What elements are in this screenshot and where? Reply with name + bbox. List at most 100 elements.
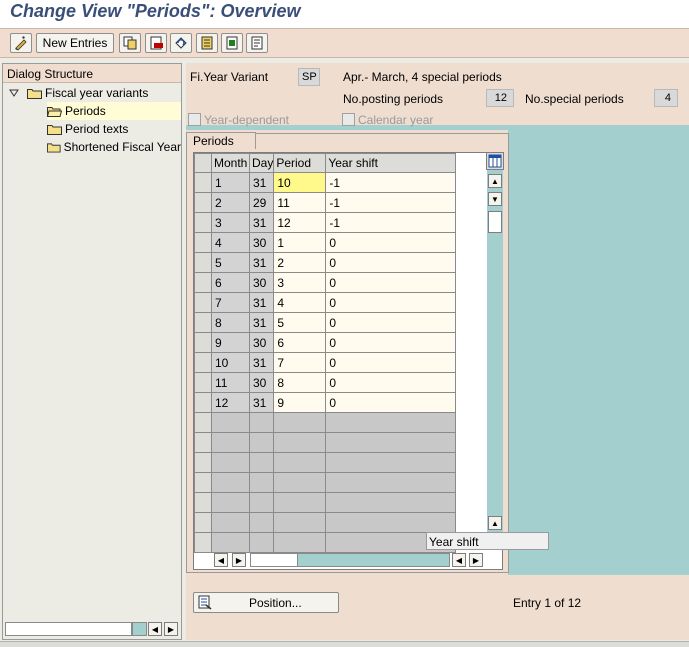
year-dependent-checkbox[interactable]: [188, 113, 201, 126]
edit-pencil-button[interactable]: [10, 33, 32, 53]
row-selector[interactable]: [194, 372, 212, 393]
tree-item-fiscal-year-variants[interactable]: Fiscal year variants: [9, 84, 181, 102]
scroll-thumb[interactable]: [5, 622, 132, 636]
select-all-button[interactable]: [196, 33, 218, 53]
cell-period[interactable]: 1: [273, 232, 327, 253]
empty-cell[interactable]: [273, 512, 327, 533]
scroll-page-down-button[interactable]: ▼: [488, 192, 502, 206]
tree-item-label: Period texts: [65, 122, 129, 136]
vertical-scroll-thumb[interactable]: [488, 211, 502, 233]
scroll-right-button[interactable]: ▶: [164, 622, 178, 636]
row-selector[interactable]: [194, 392, 212, 413]
empty-cell[interactable]: [325, 512, 457, 533]
cell-period[interactable]: 6: [273, 332, 327, 353]
row-selector[interactable]: [194, 252, 212, 273]
deselect-all-button[interactable]: [246, 33, 268, 53]
year-dependent-label: Year-dependent: [204, 113, 289, 127]
scroll-bottom-button[interactable]: ▲: [488, 516, 502, 530]
column-header-day[interactable]: Day: [248, 153, 275, 173]
calendar-year-checkbox[interactable]: [342, 113, 355, 126]
cell-day: 31: [248, 252, 275, 273]
cell-year-shift[interactable]: 0: [325, 312, 457, 333]
cell-month: 6: [211, 272, 250, 293]
cell-period[interactable]: 8: [273, 372, 327, 393]
row-selector[interactable]: [194, 172, 212, 193]
empty-cell[interactable]: [273, 532, 327, 553]
row-selector[interactable]: [194, 532, 212, 553]
row-selector[interactable]: [194, 472, 212, 493]
hscroll-right-button-2[interactable]: ▶: [469, 553, 483, 567]
cell-period[interactable]: 4: [273, 292, 327, 313]
special-periods-field: 4: [654, 89, 678, 107]
cell-year-shift[interactable]: 0: [325, 292, 457, 313]
empty-cell[interactable]: [273, 492, 327, 513]
empty-cell[interactable]: [325, 452, 457, 473]
cell-year-shift[interactable]: 0: [325, 372, 457, 393]
row-selector[interactable]: [194, 292, 212, 313]
cell-period[interactable]: 12: [273, 212, 327, 233]
cell-year-shift[interactable]: 0: [325, 272, 457, 293]
scroll-track[interactable]: [132, 622, 147, 636]
cell-year-shift[interactable]: 0: [325, 232, 457, 253]
entry-counter: Entry 1 of 12: [513, 596, 582, 610]
cell-period[interactable]: 11: [273, 192, 327, 213]
row-selector[interactable]: [194, 352, 212, 373]
empty-cell[interactable]: [273, 412, 327, 433]
row-selector[interactable]: [194, 452, 212, 473]
tree-item-shortened-fiscal-year[interactable]: Shortened Fiscal Year: [47, 138, 181, 156]
empty-cell[interactable]: [325, 492, 457, 513]
row-selector[interactable]: [194, 412, 212, 433]
cell-year-shift[interactable]: -1: [325, 172, 457, 193]
row-selector[interactable]: [194, 492, 212, 513]
table-settings-button[interactable]: [486, 152, 504, 170]
row-selector[interactable]: [194, 332, 212, 353]
empty-cell[interactable]: [273, 472, 327, 493]
table-row: 5 31 2 0: [194, 252, 457, 273]
cell-period[interactable]: 7: [273, 352, 327, 373]
cell-year-shift[interactable]: -1: [325, 192, 457, 213]
cell-year-shift[interactable]: 0: [325, 392, 457, 413]
empty-cell[interactable]: [273, 452, 327, 473]
cell-period[interactable]: 2: [273, 252, 327, 273]
hscroll-left-button[interactable]: ◀: [214, 553, 228, 567]
cell-period[interactable]: 3: [273, 272, 327, 293]
row-selector[interactable]: [194, 232, 212, 253]
tree-item-periods[interactable]: Periods: [47, 102, 181, 120]
vertical-scrollbar[interactable]: [487, 152, 503, 532]
column-header-period[interactable]: Period: [273, 153, 327, 173]
cell-period[interactable]: 5: [273, 312, 327, 333]
empty-cell[interactable]: [325, 412, 457, 433]
undo-button[interactable]: [170, 33, 192, 53]
row-selector[interactable]: [194, 512, 212, 533]
left-horizontal-scrollbar[interactable]: ◀ ▶: [5, 622, 181, 638]
row-selector[interactable]: [194, 272, 212, 293]
scroll-left-button[interactable]: ◀: [148, 622, 162, 636]
row-selector[interactable]: [194, 432, 212, 453]
select-block-button[interactable]: [221, 33, 243, 53]
hscroll-right-button[interactable]: ▶: [232, 553, 246, 567]
copy-button[interactable]: [119, 33, 141, 53]
cell-year-shift[interactable]: 0: [325, 252, 457, 273]
delete-button[interactable]: [145, 33, 167, 53]
position-button[interactable]: Position...: [193, 592, 339, 613]
scroll-up-button[interactable]: ▲: [488, 174, 502, 188]
row-selector[interactable]: [194, 212, 212, 233]
cell-day: 30: [248, 372, 275, 393]
empty-cell[interactable]: [325, 472, 457, 493]
column-header-month[interactable]: Month: [211, 153, 250, 173]
cell-year-shift[interactable]: 0: [325, 332, 457, 353]
row-selector[interactable]: [194, 312, 212, 333]
cell-period[interactable]: 10: [273, 172, 327, 193]
column-header-year-shift[interactable]: Year shift: [325, 153, 457, 173]
new-entries-button[interactable]: New Entries: [36, 33, 114, 53]
cell-year-shift[interactable]: 0: [325, 352, 457, 373]
cell-year-shift[interactable]: -1: [325, 212, 457, 233]
empty-cell[interactable]: [325, 432, 457, 453]
select-all-rows-cell[interactable]: [194, 153, 212, 173]
cell-period[interactable]: 9: [273, 392, 327, 413]
row-selector[interactable]: [194, 192, 212, 213]
hscroll-thumb[interactable]: [250, 553, 298, 567]
tree-item-period-texts[interactable]: Period texts: [47, 120, 181, 138]
empty-cell[interactable]: [273, 432, 327, 453]
hscroll-left-button-2[interactable]: ◀: [452, 553, 466, 567]
